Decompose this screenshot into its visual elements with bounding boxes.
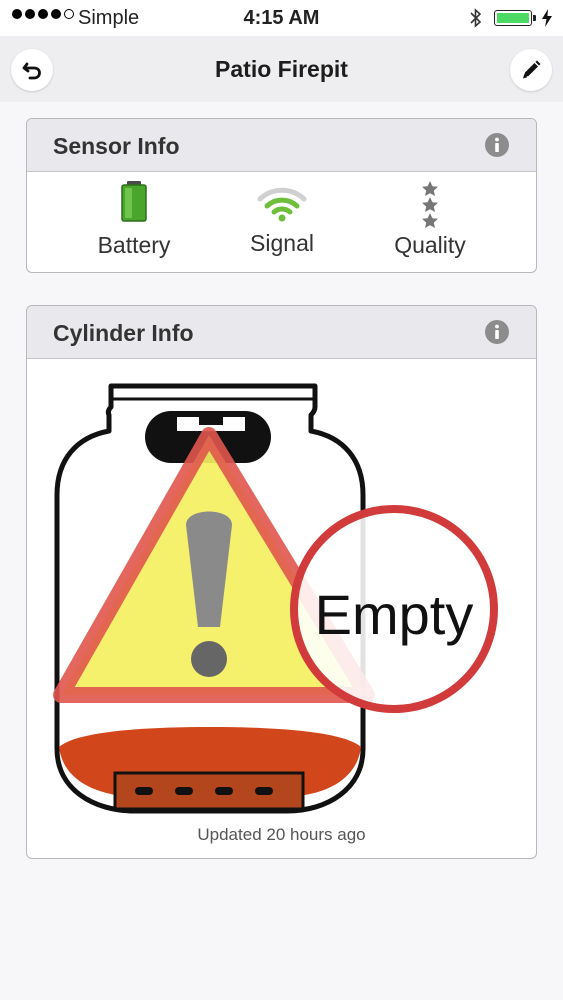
sensor-info-title: Sensor Info bbox=[53, 133, 180, 159]
page-title: Patio Firepit bbox=[215, 56, 348, 82]
pencil-icon bbox=[523, 60, 541, 79]
sensor-row: Battery Signal Quality bbox=[27, 172, 536, 272]
battery-label: Battery bbox=[97, 232, 171, 258]
sensor-quality: Quality bbox=[355, 172, 505, 258]
empty-status-label: Empty bbox=[314, 583, 474, 646]
nav-bar: Patio Firepit bbox=[0, 36, 563, 102]
cylinder-info-title: Cylinder Info bbox=[53, 320, 194, 346]
cylinder-info-header: Cylinder Info bbox=[27, 306, 536, 359]
updated-timestamp: Updated 20 hours ago bbox=[197, 825, 366, 844]
signal-label: Signal bbox=[250, 230, 314, 256]
battery-status-icon bbox=[494, 10, 536, 26]
quality-label: Quality bbox=[394, 232, 466, 258]
info-icon[interactable] bbox=[484, 319, 510, 350]
sensor-info-header: Sensor Info bbox=[27, 119, 536, 172]
cylinder-info-panel: Cylinder Info Empty Updated 20 hours ago bbox=[26, 305, 537, 859]
sensor-battery: Battery bbox=[59, 172, 209, 258]
edit-button[interactable] bbox=[510, 49, 552, 91]
sensor-info-panel: Sensor Info Battery Signal Quality bbox=[26, 118, 537, 273]
sensor-signal: Signal bbox=[207, 172, 357, 256]
bluetooth-icon bbox=[469, 8, 483, 34]
info-icon[interactable] bbox=[484, 132, 510, 163]
status-bar: Simple 4:15 AM bbox=[0, 0, 563, 36]
battery-icon bbox=[121, 181, 147, 222]
charging-bolt-icon bbox=[541, 8, 553, 34]
stars-icon bbox=[422, 181, 438, 228]
wifi-signal-icon bbox=[257, 187, 307, 222]
